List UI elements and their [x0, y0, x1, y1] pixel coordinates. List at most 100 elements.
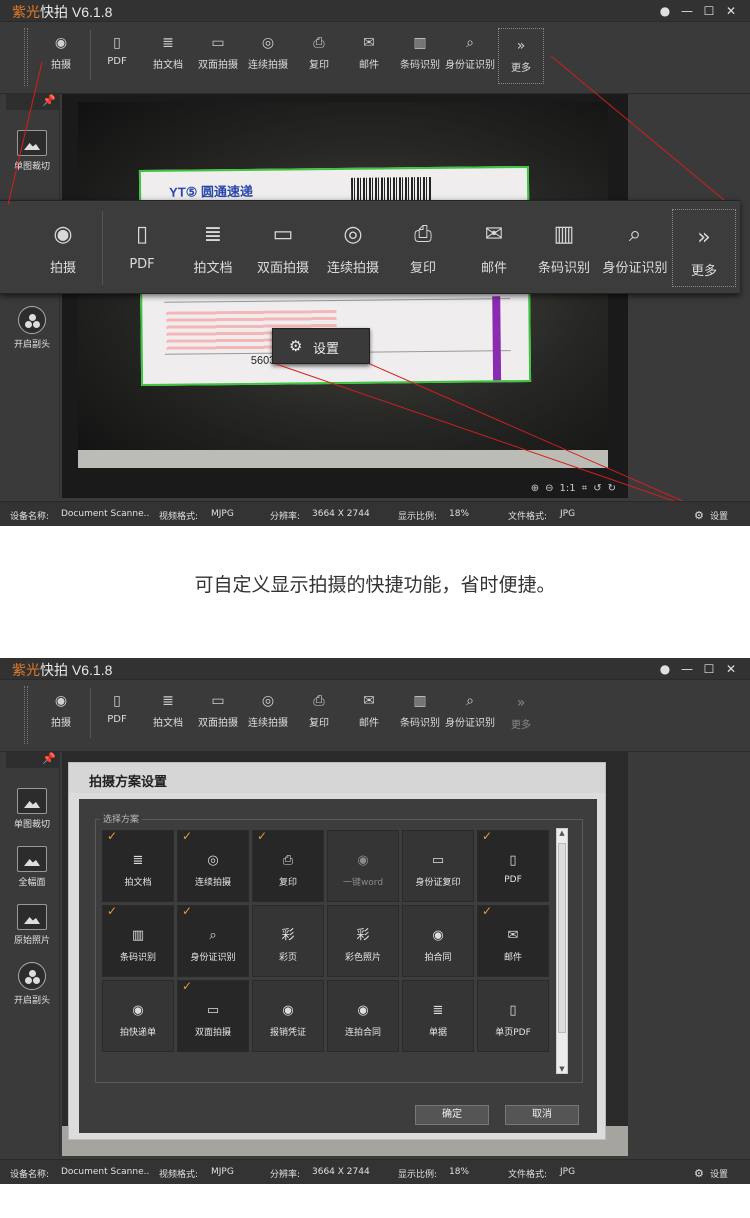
- capture-button[interactable]: ◉ 拍摄: [36, 26, 86, 82]
- fit-icon[interactable]: ⌗: [582, 483, 588, 494]
- scheme-scrollbar[interactable]: ▲ ▼: [556, 828, 568, 1074]
- more-button[interactable]: » 更多: [498, 28, 544, 84]
- copy-button[interactable]: ⎙ 复印: [294, 26, 344, 82]
- camera-icon: ◉: [53, 222, 73, 247]
- full-frame-button[interactable]: 全幅面: [6, 846, 58, 888]
- more-button[interactable]: » 更多: [498, 686, 544, 742]
- printer-icon: ⎙: [313, 35, 325, 51]
- capture-button[interactable]: ◉ 拍摄: [36, 684, 86, 740]
- original-photo-button[interactable]: 原始照片: [6, 904, 58, 946]
- duplex-button-large[interactable]: ▭ 双面拍摄: [248, 207, 318, 287]
- duplex-button[interactable]: ▭ 双面拍摄: [193, 684, 243, 740]
- copy-button-large[interactable]: ⎙ 复印: [388, 207, 458, 287]
- mail-button-large[interactable]: ✉ 邮件: [459, 207, 529, 287]
- minimize-button[interactable]: —: [676, 3, 698, 19]
- barcode-button[interactable]: ▥ 条码识别: [395, 26, 445, 82]
- secondary-camera-label: 开启副头: [13, 996, 50, 1006]
- scheme-group: 选择方案 ✓ ≣ 拍文档 ✓ ◎ 连续拍摄 ✓ ⎙ 复印 ◉ 一键word ▭ 身份证复印 ✓ ▯ PDF ✓ ▥…: [95, 812, 583, 1083]
- pin-icon[interactable]: 📌: [42, 94, 56, 107]
- close-button[interactable]: ✕: [720, 661, 742, 677]
- scheme-tile[interactable]: ◉ 拍合同: [402, 905, 474, 977]
- duplex-button[interactable]: ▭ 双面拍摄: [193, 26, 243, 82]
- mail-button[interactable]: ✉ 邮件: [344, 26, 394, 82]
- scheme-tile[interactable]: 彩彩色照片: [327, 905, 399, 977]
- maximize-button[interactable]: ☐: [698, 3, 720, 19]
- status-bar: 设备名称: Document Scanne.. 视频格式: MJPG 分辨率: …: [0, 501, 750, 526]
- secondary-camera-button[interactable]: 开启副头: [6, 962, 58, 1006]
- scheme-tile[interactable]: ✓ ▭ 双面拍摄: [177, 979, 249, 1052]
- more-button-large[interactable]: » 更多: [672, 209, 736, 287]
- id-recognition-button[interactable]: ⌕ 身份证识别: [445, 684, 495, 740]
- continuous-button[interactable]: ◎ 连续拍摄: [243, 684, 293, 740]
- scheme-tile-label: 身份证识别: [190, 953, 236, 963]
- scheme-tile[interactable]: 彩彩页: [252, 905, 324, 977]
- toolbar-grip[interactable]: [24, 28, 28, 86]
- scheme-tile[interactable]: ◉ 一键word: [327, 830, 399, 902]
- minimize-button[interactable]: —: [676, 661, 698, 677]
- status-settings-button[interactable]: 设置: [710, 509, 728, 522]
- toolbar-grip[interactable]: [24, 686, 28, 744]
- pin-icon[interactable]: 📌: [42, 752, 56, 765]
- pdf-button[interactable]: ▯ PDF: [92, 26, 142, 82]
- skin-icon[interactable]: ●: [654, 3, 676, 19]
- scheme-tile[interactable]: ◉ 报销凭证: [252, 980, 324, 1052]
- status-gear-icon[interactable]: ⚙: [694, 1167, 704, 1180]
- scheme-tile[interactable]: ✓ ✉ 邮件: [477, 904, 549, 977]
- close-button[interactable]: ✕: [720, 3, 742, 19]
- scheme-tile[interactable]: ≣ 单据: [402, 980, 474, 1052]
- scheme-tile[interactable]: ✓ ▯ PDF: [477, 829, 549, 902]
- rotate-right-icon[interactable]: ↻: [608, 483, 616, 494]
- scheme-tile[interactable]: ✓ ▥ 条码识别: [102, 904, 174, 977]
- file-format-label: 文件格式:: [508, 512, 548, 522]
- continuous-button[interactable]: ◎ 连续拍摄: [243, 26, 293, 82]
- single-crop-button[interactable]: 单图裁切: [6, 130, 58, 172]
- scroll-thumb[interactable]: [558, 843, 566, 1033]
- actual-size-icon[interactable]: 1:1: [559, 483, 575, 494]
- pdf-button[interactable]: ▯ PDF: [92, 684, 142, 740]
- status-gear-icon[interactable]: ⚙: [694, 509, 704, 522]
- scheme-tile[interactable]: ✓ ◎ 连续拍摄: [177, 829, 249, 902]
- ok-button[interactable]: 确定: [415, 1105, 489, 1125]
- skin-icon[interactable]: ●: [654, 661, 676, 677]
- document-button[interactable]: ≣ 拍文档: [143, 684, 193, 740]
- zoom-in-icon[interactable]: ⊕: [531, 483, 539, 494]
- zoom-out-icon[interactable]: ⊖: [545, 483, 553, 494]
- rotate-left-icon[interactable]: ↺: [593, 483, 601, 494]
- maximize-button[interactable]: ☐: [698, 661, 720, 677]
- more-label: 更多: [690, 264, 717, 279]
- capture-button-large[interactable]: ◉ 拍摄: [28, 207, 98, 287]
- scheme-tile[interactable]: ▯ 单页PDF: [477, 980, 549, 1052]
- app-brand: 紫光: [12, 662, 40, 678]
- copy-button[interactable]: ⎙ 复印: [294, 684, 344, 740]
- id-recognition-button-large[interactable]: ⌕ 身份证识别: [600, 207, 670, 287]
- document-button-large[interactable]: ≣ 拍文档: [178, 207, 248, 287]
- single-crop-button[interactable]: 单图裁切: [6, 788, 58, 830]
- scheme-tile[interactable]: ◉ 拍快递单: [102, 980, 174, 1052]
- document-button[interactable]: ≣ 拍文档: [143, 26, 193, 82]
- caption-text: 可自定义显示拍摄的快捷功能，省时便捷。: [194, 574, 556, 596]
- scroll-up-icon[interactable]: ▲: [557, 829, 567, 837]
- mail-button[interactable]: ✉ 邮件: [344, 684, 394, 740]
- scheme-tile[interactable]: ◉ 连拍合同: [327, 980, 399, 1052]
- secondary-camera-button[interactable]: 开启副头: [6, 306, 58, 350]
- scheme-tile[interactable]: ✓ ⎙ 复印: [252, 829, 324, 902]
- scheme-tile[interactable]: ✓ ⌕ 身份证识别: [177, 904, 249, 977]
- double-chevron-icon: »: [697, 225, 711, 250]
- scheme-tile[interactable]: ▭ 身份证复印: [402, 830, 474, 902]
- pdf-icon: ▯: [509, 1003, 517, 1018]
- device-label: 设备名称:: [10, 1170, 50, 1180]
- file-format-label: 文件格式:: [508, 1170, 548, 1180]
- settings-popup[interactable]: ⚙ 设置: [272, 328, 370, 364]
- app-version: 快拍 V6.1.8: [40, 662, 113, 678]
- pdf-button-large[interactable]: ▯ PDF: [107, 207, 177, 287]
- cancel-button[interactable]: 取消: [505, 1105, 579, 1125]
- scheme-tile-label: 一键word: [342, 878, 384, 888]
- barcode-button-large[interactable]: ▥ 条码识别: [529, 207, 599, 287]
- continuous-button-large[interactable]: ◎ 连续拍摄: [318, 207, 388, 287]
- scroll-down-icon[interactable]: ▼: [557, 1065, 567, 1073]
- id-scan-icon: ⌕: [466, 35, 474, 51]
- barcode-button[interactable]: ▥ 条码识别: [395, 684, 445, 740]
- scheme-tile[interactable]: ✓ ≣ 拍文档: [102, 829, 174, 902]
- status-settings-button[interactable]: 设置: [710, 1167, 728, 1180]
- id-recognition-button[interactable]: ⌕ 身份证识别: [445, 26, 495, 82]
